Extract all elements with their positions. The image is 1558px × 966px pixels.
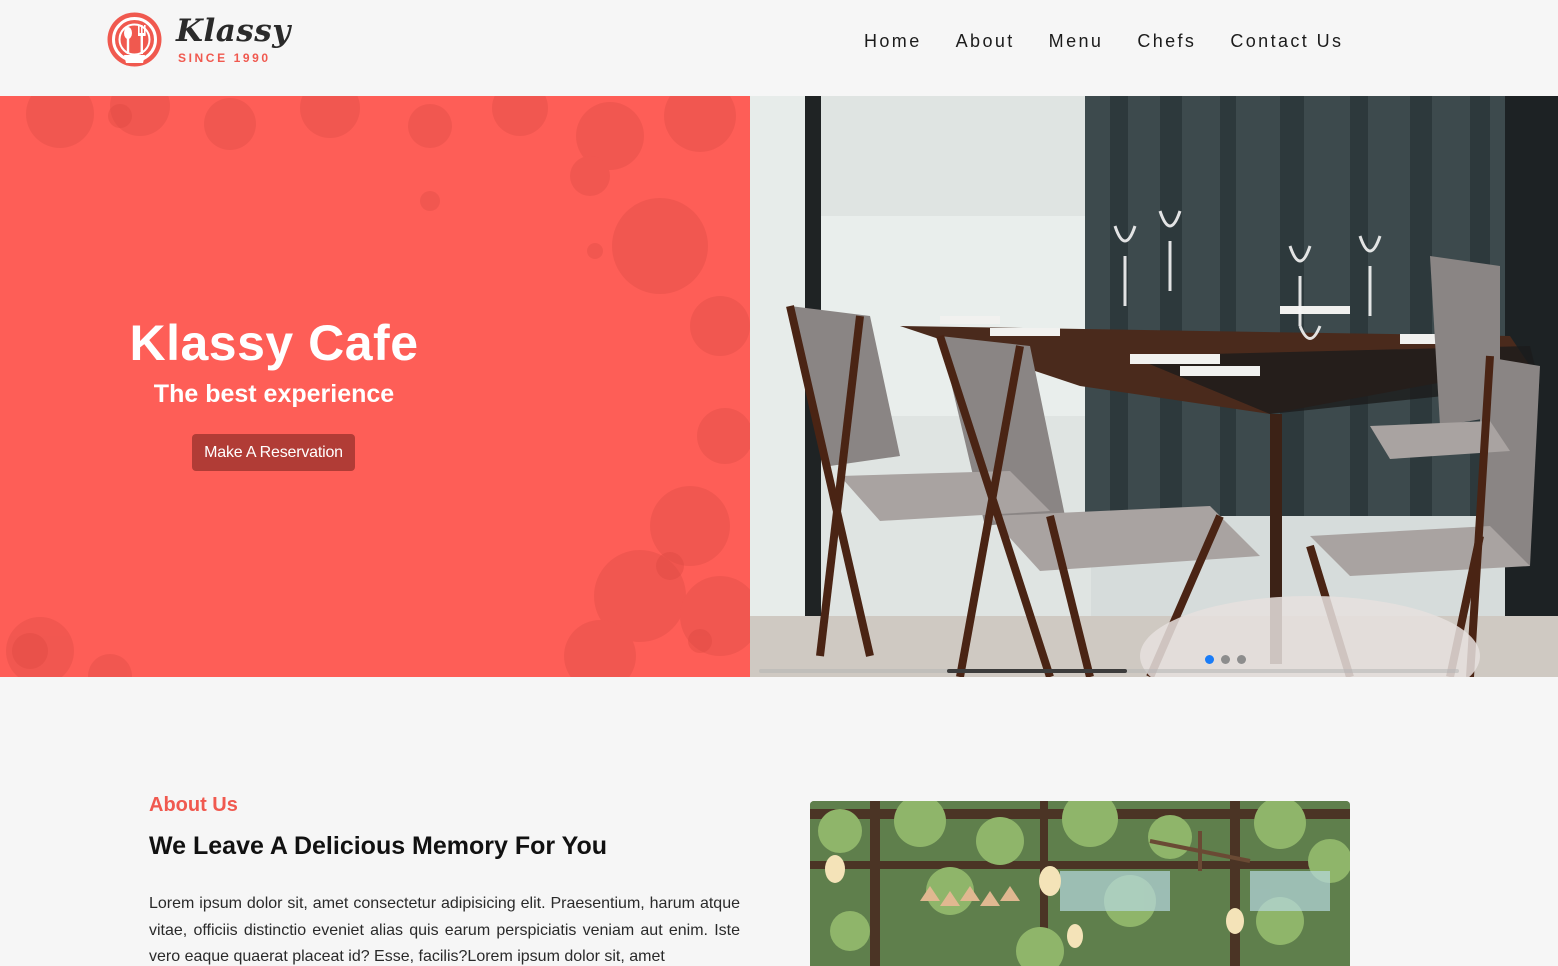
nav-about[interactable]: About [956, 30, 1015, 52]
carousel-dots [1205, 655, 1246, 664]
about-kicker: About Us [149, 794, 238, 816]
carousel-dot-1[interactable] [1205, 655, 1214, 664]
site-header: Klassy SINCE 1990 Home About Menu Chefs … [0, 0, 1558, 96]
hero-subtitle: The best experience [153, 380, 395, 408]
about-image [810, 801, 1350, 966]
logo-badge-icon [107, 12, 162, 67]
about-body-text: Lorem ipsum dolor sit, amet consectetur … [149, 895, 740, 965]
restaurant-interior-image [750, 96, 1558, 677]
nav-contact-us[interactable]: Contact Us [1230, 30, 1343, 52]
logo[interactable]: Klassy SINCE 1990 [106, 11, 290, 71]
make-reservation-button[interactable]: Make A Reservation [192, 434, 355, 471]
hero-panel: Klassy Cafe The best experience Make A R… [0, 96, 750, 677]
carousel-scrollbar-thumb[interactable] [947, 669, 1127, 673]
hero-carousel[interactable] [750, 96, 1558, 677]
nav-chefs[interactable]: Chefs [1137, 30, 1196, 52]
nav-menu[interactable]: Menu [1049, 30, 1104, 52]
garden-restaurant-image [810, 801, 1350, 966]
logo-tagline: SINCE 1990 [178, 51, 271, 65]
about-heading: We Leave A Delicious Memory For You [149, 832, 607, 860]
nav-home[interactable]: Home [864, 30, 922, 52]
hero-title: Klassy Cafe [129, 315, 419, 371]
logo-wordmark: Klassy [176, 13, 291, 49]
carousel-dot-2[interactable] [1221, 655, 1230, 664]
main-nav: Home About Menu Chefs Contact Us [864, 30, 1343, 52]
carousel-dot-3[interactable] [1237, 655, 1246, 664]
